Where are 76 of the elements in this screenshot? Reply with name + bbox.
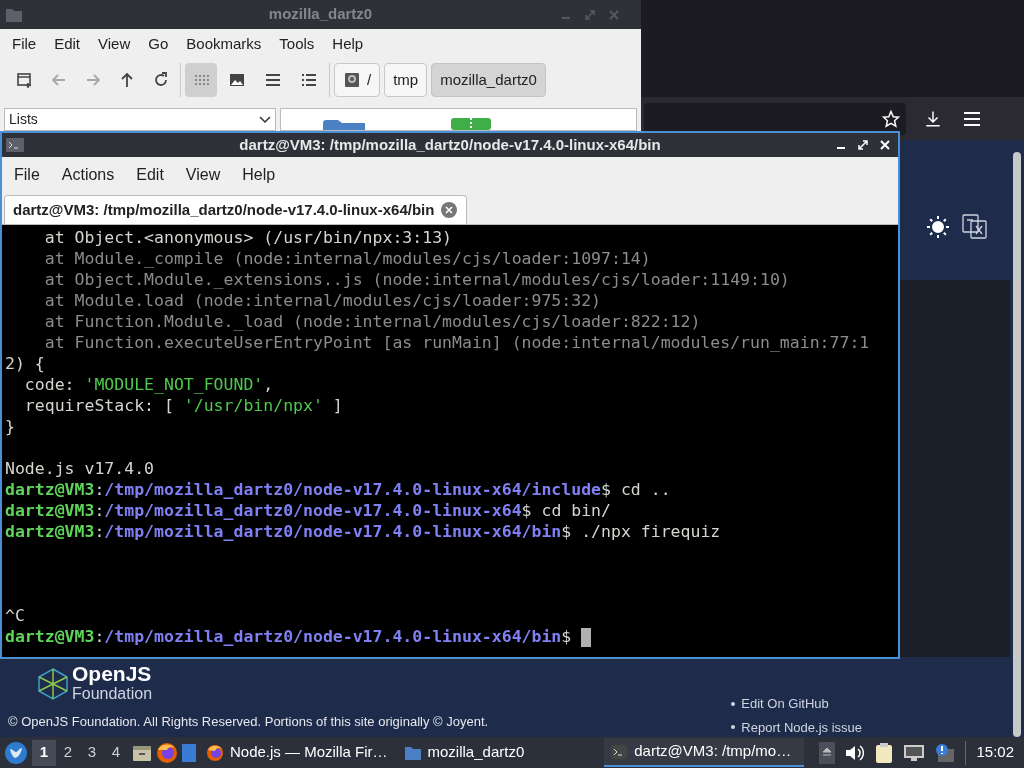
- path-button[interactable]: mozilla_dartz0: [431, 63, 546, 98]
- sun-icon[interactable]: [926, 215, 950, 239]
- address-bar[interactable]: [644, 102, 906, 135]
- terminal-line: at Object.<anonymous> (/usr/bin/npx:3:13): [43, 227, 453, 248]
- openjs-logo-icon[interactable]: [36, 667, 70, 701]
- scrollbar[interactable]: [1010, 140, 1024, 737]
- terminal-line: }: [5, 416, 15, 437]
- window-title: mozilla_dartz0: [267, 4, 374, 25]
- terminal-line: at Module._compile (node:internal/modules/cjs/loader:1097:14): [43, 248, 651, 269]
- clipboard-icon[interactable]: [875, 741, 894, 764]
- notification-icon[interactable]: [935, 742, 956, 763]
- download-icon[interactable]: [924, 109, 942, 128]
- menu-item[interactable]: Edit: [126, 160, 174, 189]
- terminal-line: dartz@VM3:/tmp/mozilla_dartz0/node-v17.4.0-linux-x64/bin$ ./npx firequiz: [5, 521, 721, 542]
- terminal-icon: [610, 742, 629, 761]
- terminal-line: at Module.load (node:internal/modules/cjs/loader:975:32): [43, 290, 602, 311]
- menu-item[interactable]: View: [90, 30, 139, 58]
- terminal-line: code: 'MODULE_NOT_FOUND',: [23, 374, 274, 395]
- menu-icon[interactable]: [964, 111, 980, 126]
- terminal-line: 2) {: [5, 353, 45, 374]
- taskbar-button[interactable]: dartz@VM3: /tmp/mo…: [604, 738, 805, 767]
- folder-icon: [6, 7, 22, 22]
- path-button[interactable]: tmp: [384, 63, 428, 98]
- terminal-line: at Function.Module._load (node:internal/modules/cjs/loader:822:12): [43, 311, 701, 332]
- archive-icon[interactable]: [451, 118, 491, 130]
- footer-link[interactable]: Edit On GitHub: [741, 694, 829, 714]
- menu-item[interactable]: Help: [324, 30, 372, 58]
- menu-item[interactable]: Go: [140, 30, 177, 58]
- terminal-line: dartz@VM3:/tmp/mozilla_dartz0/node-v17.4.0-linux-x64$ cd bin/: [5, 500, 611, 521]
- network-icon[interactable]: [903, 743, 926, 762]
- start-menu-icon[interactable]: [4, 740, 28, 765]
- workspace-button[interactable]: 1: [32, 739, 56, 766]
- menu-item[interactable]: Edit: [46, 30, 89, 58]
- drive-icon: [343, 71, 361, 90]
- window-title: dartz@VM3: /tmp/mozilla_dartz0/node-v17.4.0-linux-x64/bin: [238, 134, 662, 155]
- path-button[interactable]: /: [334, 63, 381, 98]
- terminal-line: at Object.Module._extensions..js (node:internal/modules/cjs/loader:1149:10): [43, 269, 790, 290]
- text-cursor: [581, 627, 592, 647]
- workspace-button[interactable]: 3: [80, 739, 104, 766]
- footer-link[interactable]: Report Node.js issue: [741, 717, 862, 737]
- close-tab-icon[interactable]: [440, 201, 459, 219]
- firefox-icon[interactable]: [156, 741, 178, 764]
- terminal-icon: [6, 138, 24, 152]
- workspace-button[interactable]: 2: [56, 739, 80, 766]
- menu-item[interactable]: File: [4, 30, 45, 58]
- logo-name: OpenJS: [72, 664, 153, 684]
- logo-subtitle: Foundation: [72, 685, 153, 704]
- terminal-line: Node.js v17.4.0: [5, 458, 154, 479]
- menu-item[interactable]: Help: [232, 160, 286, 189]
- clock[interactable]: 15:02: [976, 741, 1014, 764]
- bookmark-star-icon[interactable]: [882, 109, 900, 128]
- chevron-down-icon: [259, 115, 271, 124]
- window-icon[interactable]: [182, 743, 196, 762]
- terminal-line: ^C: [5, 605, 25, 626]
- taskbar-button[interactable]: Node.js — Mozilla Fir…: [200, 738, 394, 767]
- copyright-text: © OpenJS Foundation. All Rights Reserved. Portions of this site originally © Joyent.: [8, 713, 489, 731]
- menu-item[interactable]: Bookmarks: [178, 30, 270, 58]
- menu-item[interactable]: Tools: [271, 30, 323, 58]
- new-tab-icon[interactable]: [16, 71, 34, 90]
- translate-icon[interactable]: [962, 214, 988, 240]
- workspace-button[interactable]: 4: [104, 739, 128, 766]
- folder-icon[interactable]: [323, 120, 365, 130]
- menu-item[interactable]: File: [4, 160, 50, 189]
- menu-item[interactable]: View: [175, 160, 231, 189]
- terminal-line: requireStack: [ '/usr/bin/npx' ]: [23, 395, 343, 416]
- terminal-tab[interactable]: dartz@VM3: /tmp/mozilla_dartz0/node-v17.4.0-linux-x64/bin: [4, 195, 468, 224]
- taskbar-button[interactable]: mozilla_dartz0: [397, 738, 531, 767]
- volume-icon[interactable]: [845, 743, 866, 762]
- firefox-icon: [206, 743, 224, 762]
- side-pane-dropdown[interactable]: Lists: [4, 108, 276, 131]
- tray-expand-icon[interactable]: [819, 741, 836, 764]
- terminal-line: dartz@VM3:/tmp/mozilla_dartz0/node-v17.4.0-linux-x64/include$ cd ..: [5, 479, 671, 500]
- menu-item[interactable]: Actions: [51, 160, 125, 189]
- dropdown-value: Lists: [9, 110, 38, 129]
- terminal-line: dartz@VM3:/tmp/mozilla_dartz0/node-v17.4.0-linux-x64/bin$: [5, 626, 573, 647]
- terminal-line: at Function.executeUserEntryPoint [as runMain] (node:internal/modules/run_main:77:1: [43, 332, 870, 353]
